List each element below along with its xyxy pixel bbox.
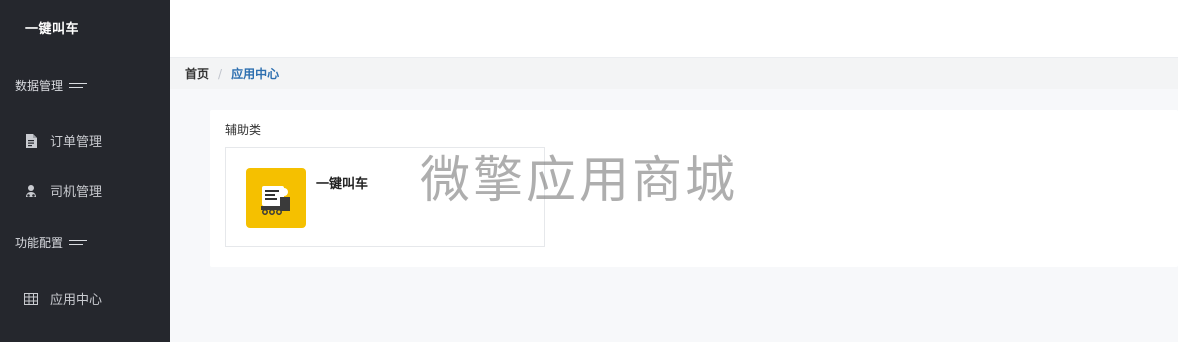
breadcrumb-current: 应用中心 [231, 67, 280, 81]
sidebar-app-title[interactable]: 一键叫车 [25, 18, 79, 37]
driver-icon [24, 184, 38, 198]
sidebar-group-label: 功能配置 [15, 236, 64, 250]
sidebar-group-data-management[interactable]: 数据管理 [15, 77, 88, 94]
app-list-panel: 辅助类 一键叫车 [210, 110, 1178, 267]
sidebar-item-drivers[interactable]: 司机管理 [24, 181, 102, 200]
sidebar-item-label: 应用中心 [50, 293, 103, 308]
top-header [170, 0, 1178, 58]
breadcrumb-separator: / [218, 66, 223, 81]
menu-bars-icon [69, 239, 88, 246]
sidebar: 一键叫车 数据管理 订单管理 司机管理 功能配置 应用中心 [0, 0, 170, 342]
sidebar-item-label: 订单管理 [50, 135, 103, 150]
sidebar-item-orders[interactable]: 订单管理 [24, 131, 102, 150]
sidebar-item-label: 司机管理 [50, 185, 103, 200]
app-root: 一键叫车 数据管理 订单管理 司机管理 功能配置 应用中心 首页 / 应用中心 … [0, 0, 1178, 342]
app-card-name: 一键叫车 [316, 177, 369, 192]
taxi-icon [246, 168, 306, 228]
breadcrumb: 首页 / 应用中心 [170, 58, 1178, 89]
sidebar-group-label: 数据管理 [15, 79, 64, 93]
grid-icon [24, 292, 38, 306]
file-icon [24, 133, 38, 148]
section-title: 辅助类 [225, 123, 262, 137]
menu-bars-icon [69, 82, 88, 89]
sidebar-item-app-center[interactable]: 应用中心 [24, 289, 102, 308]
sidebar-group-feature-config[interactable]: 功能配置 [15, 234, 88, 251]
app-card-taxi[interactable]: 一键叫车 [225, 147, 545, 247]
breadcrumb-home-link[interactable]: 首页 [185, 65, 209, 82]
